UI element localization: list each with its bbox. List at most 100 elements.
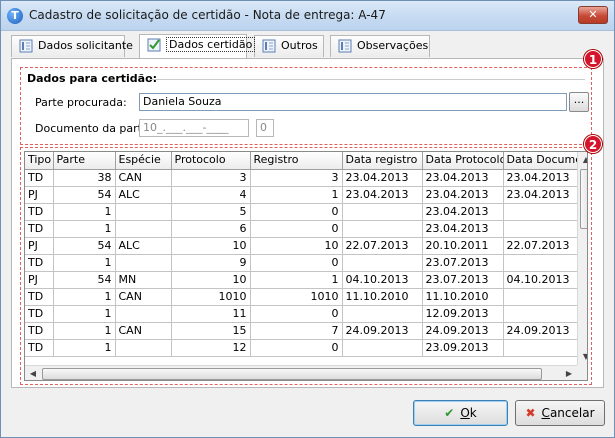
table-row[interactable]: PJ 54 ALC 10 10 22.07.2013 20.10.2011 22.07.201… bbox=[25, 237, 586, 255]
tab-label: Dados certidão bbox=[166, 37, 256, 52]
table-cell: CAN bbox=[115, 169, 172, 187]
table-cell bbox=[503, 339, 586, 357]
table-cell: TD bbox=[25, 305, 54, 323]
tab-page-dados-certidao: Dados para certidão: Parte procurada: Da… bbox=[11, 50, 604, 388]
table-cell: TD bbox=[25, 322, 54, 340]
dialog-window: T Cadastro de solicitação de certidão - … bbox=[0, 0, 615, 438]
group-title: Dados para certidão: bbox=[27, 72, 162, 85]
form-icon bbox=[19, 39, 33, 53]
table-cell bbox=[115, 220, 172, 238]
table-cell: 54 bbox=[53, 237, 116, 255]
table-cell: 23.04.2013 bbox=[503, 186, 586, 204]
grid-group: Tipo Parte Espécie Protocolo Registro Data re… bbox=[20, 147, 592, 385]
ok-mnemonic: O bbox=[460, 406, 470, 420]
cancel-button[interactable]: ✖ Cancelar bbox=[515, 400, 605, 426]
group-divider bbox=[149, 79, 585, 80]
table-cell: 10 bbox=[171, 271, 251, 289]
table-cell: 23.04.2013 bbox=[422, 203, 504, 221]
column-header[interactable]: Parte bbox=[53, 152, 116, 170]
scrollbar-corner bbox=[577, 365, 587, 380]
table-row[interactable]: TD 1 CAN 1010 1010 11.10.2010 11.10.2010 bbox=[25, 288, 586, 306]
table-cell: 1 bbox=[53, 339, 116, 357]
horizontal-scrollbar[interactable]: ◀ ▶ bbox=[25, 365, 577, 380]
table-cell: TD bbox=[25, 220, 54, 238]
table-row[interactable]: TD 1 6 0 23.04.2013 bbox=[25, 220, 586, 238]
documento-digit-input[interactable]: 0 bbox=[256, 119, 274, 137]
ok-button[interactable]: ✔ Ok bbox=[413, 400, 508, 426]
table-cell bbox=[503, 288, 586, 306]
ok-label-rest: k bbox=[469, 406, 477, 420]
scroll-down-arrow-icon[interactable]: ▼ bbox=[578, 349, 587, 365]
table-cell: 23.07.2013 bbox=[422, 254, 504, 272]
scroll-up-arrow-icon[interactable]: ▲ bbox=[578, 152, 587, 168]
table-cell: PJ bbox=[25, 271, 54, 289]
table-row[interactable]: TD 1 11 0 12.09.2013 bbox=[25, 305, 586, 323]
column-header[interactable]: Protocolo bbox=[171, 152, 251, 170]
window-title: Cadastro de solicitação de certidão - No… bbox=[29, 8, 386, 22]
cancel-mnemonic: C bbox=[541, 406, 550, 420]
table-cell: 04.10.2013 bbox=[342, 271, 423, 289]
table-row[interactable]: PJ 54 ALC 4 1 23.04.2013 23.04.2013 23.04.2013 bbox=[25, 186, 586, 204]
lookup-button[interactable]: ... bbox=[569, 92, 589, 112]
table-cell: 4 bbox=[171, 186, 251, 204]
table-row[interactable]: TD 1 CAN 15 7 24.09.2013 24.09.2013 24.09.2013 bbox=[25, 322, 586, 340]
table-cell: 23.04.2013 bbox=[503, 169, 586, 187]
table-cell: 23.04.2013 bbox=[422, 169, 504, 187]
table-cell: 5 bbox=[171, 203, 251, 221]
table-cell bbox=[115, 254, 172, 272]
table-cell: 1010 bbox=[250, 288, 343, 306]
table-cell: 23.09.2013 bbox=[422, 339, 504, 357]
table-row[interactable]: PJ 54 MN 10 1 04.10.2013 23.07.2013 04.10.2013 bbox=[25, 271, 586, 289]
table-cell bbox=[342, 305, 423, 323]
tab-outros[interactable]: Outros bbox=[254, 35, 324, 57]
tab-dados-solicitante[interactable]: Dados solicitante bbox=[11, 35, 133, 57]
table-cell bbox=[503, 203, 586, 221]
table-cell: TD bbox=[25, 169, 54, 187]
table-cell: 04.10.2013 bbox=[503, 271, 586, 289]
column-header[interactable]: Registro bbox=[250, 152, 343, 170]
table-cell: 1 bbox=[53, 220, 116, 238]
certidao-grid[interactable]: Tipo Parte Espécie Protocolo Registro Data re… bbox=[24, 151, 588, 381]
column-header[interactable]: Tipo bbox=[25, 152, 54, 170]
vertical-scroll-thumb[interactable] bbox=[580, 169, 587, 229]
vertical-scrollbar[interactable]: ▲ ▼ bbox=[577, 152, 587, 365]
column-header[interactable]: Data registro bbox=[342, 152, 423, 170]
form-icon bbox=[338, 39, 352, 53]
table-cell bbox=[115, 305, 172, 323]
parte-procurada-input[interactable]: Daniela Souza bbox=[139, 93, 567, 111]
table-cell: 23.07.2013 bbox=[422, 271, 504, 289]
table-cell: 22.07.2013 bbox=[503, 237, 586, 255]
table-cell: 0 bbox=[250, 339, 343, 357]
scroll-left-arrow-icon[interactable]: ◀ bbox=[25, 366, 41, 380]
table-cell: 3 bbox=[171, 169, 251, 187]
table-row[interactable]: TD 1 9 0 23.07.2013 bbox=[25, 254, 586, 272]
column-header[interactable]: Data Protocolo bbox=[422, 152, 504, 170]
table-cell bbox=[503, 254, 586, 272]
table-cell: 11 bbox=[171, 305, 251, 323]
table-cell: 1 bbox=[53, 305, 116, 323]
table-cell: TD bbox=[25, 203, 54, 221]
tab-dados-certidao[interactable]: Dados certidão bbox=[139, 34, 256, 58]
column-header[interactable]: Data Documen bbox=[503, 152, 586, 170]
table-cell bbox=[503, 305, 586, 323]
table-cell: 24.09.2013 bbox=[503, 322, 586, 340]
table-cell: 12 bbox=[171, 339, 251, 357]
table-cell: 0 bbox=[250, 220, 343, 238]
documento-input[interactable]: 10_.___.___-____ bbox=[139, 119, 249, 137]
horizontal-scroll-thumb[interactable] bbox=[42, 368, 542, 380]
table-row[interactable]: TD 1 5 0 23.04.2013 bbox=[25, 203, 586, 221]
column-header[interactable]: Espécie bbox=[115, 152, 172, 170]
table-row[interactable]: TD 1 12 0 23.09.2013 bbox=[25, 339, 586, 357]
table-cell: 0 bbox=[250, 305, 343, 323]
table-cell: 20.10.2011 bbox=[422, 237, 504, 255]
scroll-right-arrow-icon[interactable]: ▶ bbox=[561, 366, 577, 380]
table-cell: 1 bbox=[250, 271, 343, 289]
table-cell: 3 bbox=[250, 169, 343, 187]
close-button[interactable]: ✕ bbox=[578, 6, 608, 24]
table-cell bbox=[115, 339, 172, 357]
form-icon bbox=[262, 39, 276, 53]
table-cell: 1 bbox=[53, 288, 116, 306]
tab-observacoes[interactable]: Observações bbox=[330, 35, 430, 57]
table-cell: 7 bbox=[250, 322, 343, 340]
table-row[interactable]: TD 38 CAN 3 3 23.04.2013 23.04.2013 23.04.2013 bbox=[25, 169, 586, 187]
